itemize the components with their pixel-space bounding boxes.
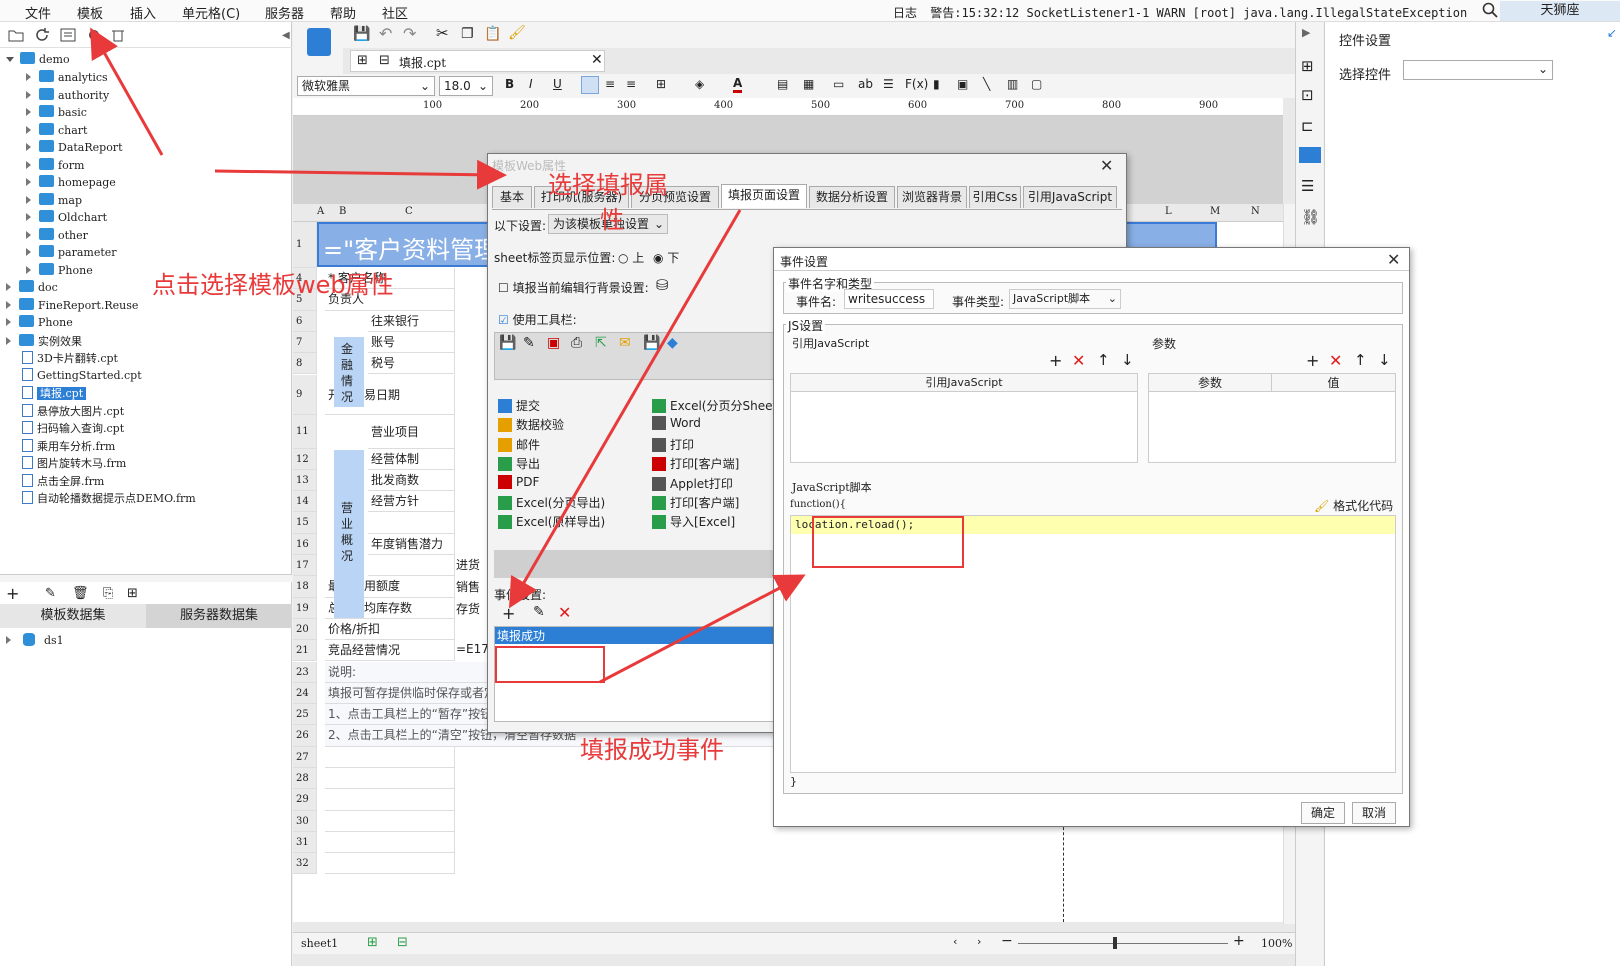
annotation-arrows bbox=[90, 27, 806, 684]
annotation-select-fill: 选择填报属 bbox=[548, 171, 668, 199]
annotation-fill-success: 填报成功事件 bbox=[580, 736, 724, 764]
annotation-box-event bbox=[495, 646, 605, 683]
annotation-box-code bbox=[812, 516, 964, 568]
annotation-click-web-attr: 点击选择模板web属性 bbox=[152, 271, 394, 299]
annotation-select-fill-2: 性 bbox=[600, 206, 624, 234]
